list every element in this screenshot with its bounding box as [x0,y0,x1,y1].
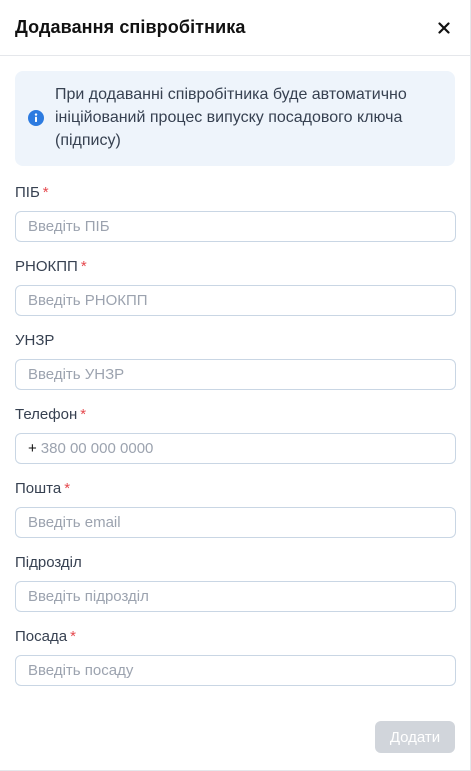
info-text: При додаванні співробітника буде автомат… [55,86,407,149]
modal-title: Додавання співробітника [15,17,246,37]
field-label: Підрозділ [15,554,82,571]
field-label: ПІБ * [15,184,49,201]
modal-body: При додаванні співробітника буде автомат… [0,56,470,686]
close-button[interactable] [433,17,455,39]
pib-input[interactable] [28,218,443,235]
field-rnokpp: РНОКПП * [15,256,456,316]
field-email: Пошта * [15,478,456,538]
info-icon [28,109,44,126]
email-input-wrapper [15,507,456,538]
field-phone: Телефон * + [15,404,456,464]
phone-prefix: + [28,440,37,457]
required-marker: * [42,184,49,201]
field-label: УНЗР [15,332,55,349]
required-marker: * [64,480,71,497]
field-department: Підрозділ [15,552,456,612]
position-input-wrapper [15,655,456,686]
position-input[interactable] [28,662,443,679]
info-banner: При додаванні співробітника буде автомат… [15,71,455,166]
department-input-wrapper [15,581,456,612]
field-pib: ПІБ * [15,182,456,242]
field-label: Телефон * [15,406,87,423]
field-position: Посада * [15,626,456,686]
close-icon [438,21,450,34]
department-input[interactable] [28,588,443,605]
unzr-input[interactable] [28,366,443,383]
rnokpp-input[interactable] [28,292,443,309]
field-unzr: УНЗР [15,330,456,390]
required-marker: * [80,258,87,275]
phone-input[interactable] [40,440,443,457]
phone-input-wrapper: + [15,433,456,464]
modal-footer: Додати [375,721,455,753]
required-marker: * [80,406,87,423]
field-label: Посада * [15,628,76,645]
modal-header: Додавання співробітника [0,0,470,56]
unzr-input-wrapper [15,359,456,390]
pib-input-wrapper [15,211,456,242]
add-button[interactable]: Додати [375,721,455,753]
field-label: РНОКПП * [15,258,87,275]
rnokpp-input-wrapper [15,285,456,316]
required-marker: * [70,628,76,645]
add-employee-modal: Додавання співробітника При додаванні сп… [0,0,471,771]
email-input[interactable] [28,514,443,531]
field-label: Пошта * [15,480,71,497]
